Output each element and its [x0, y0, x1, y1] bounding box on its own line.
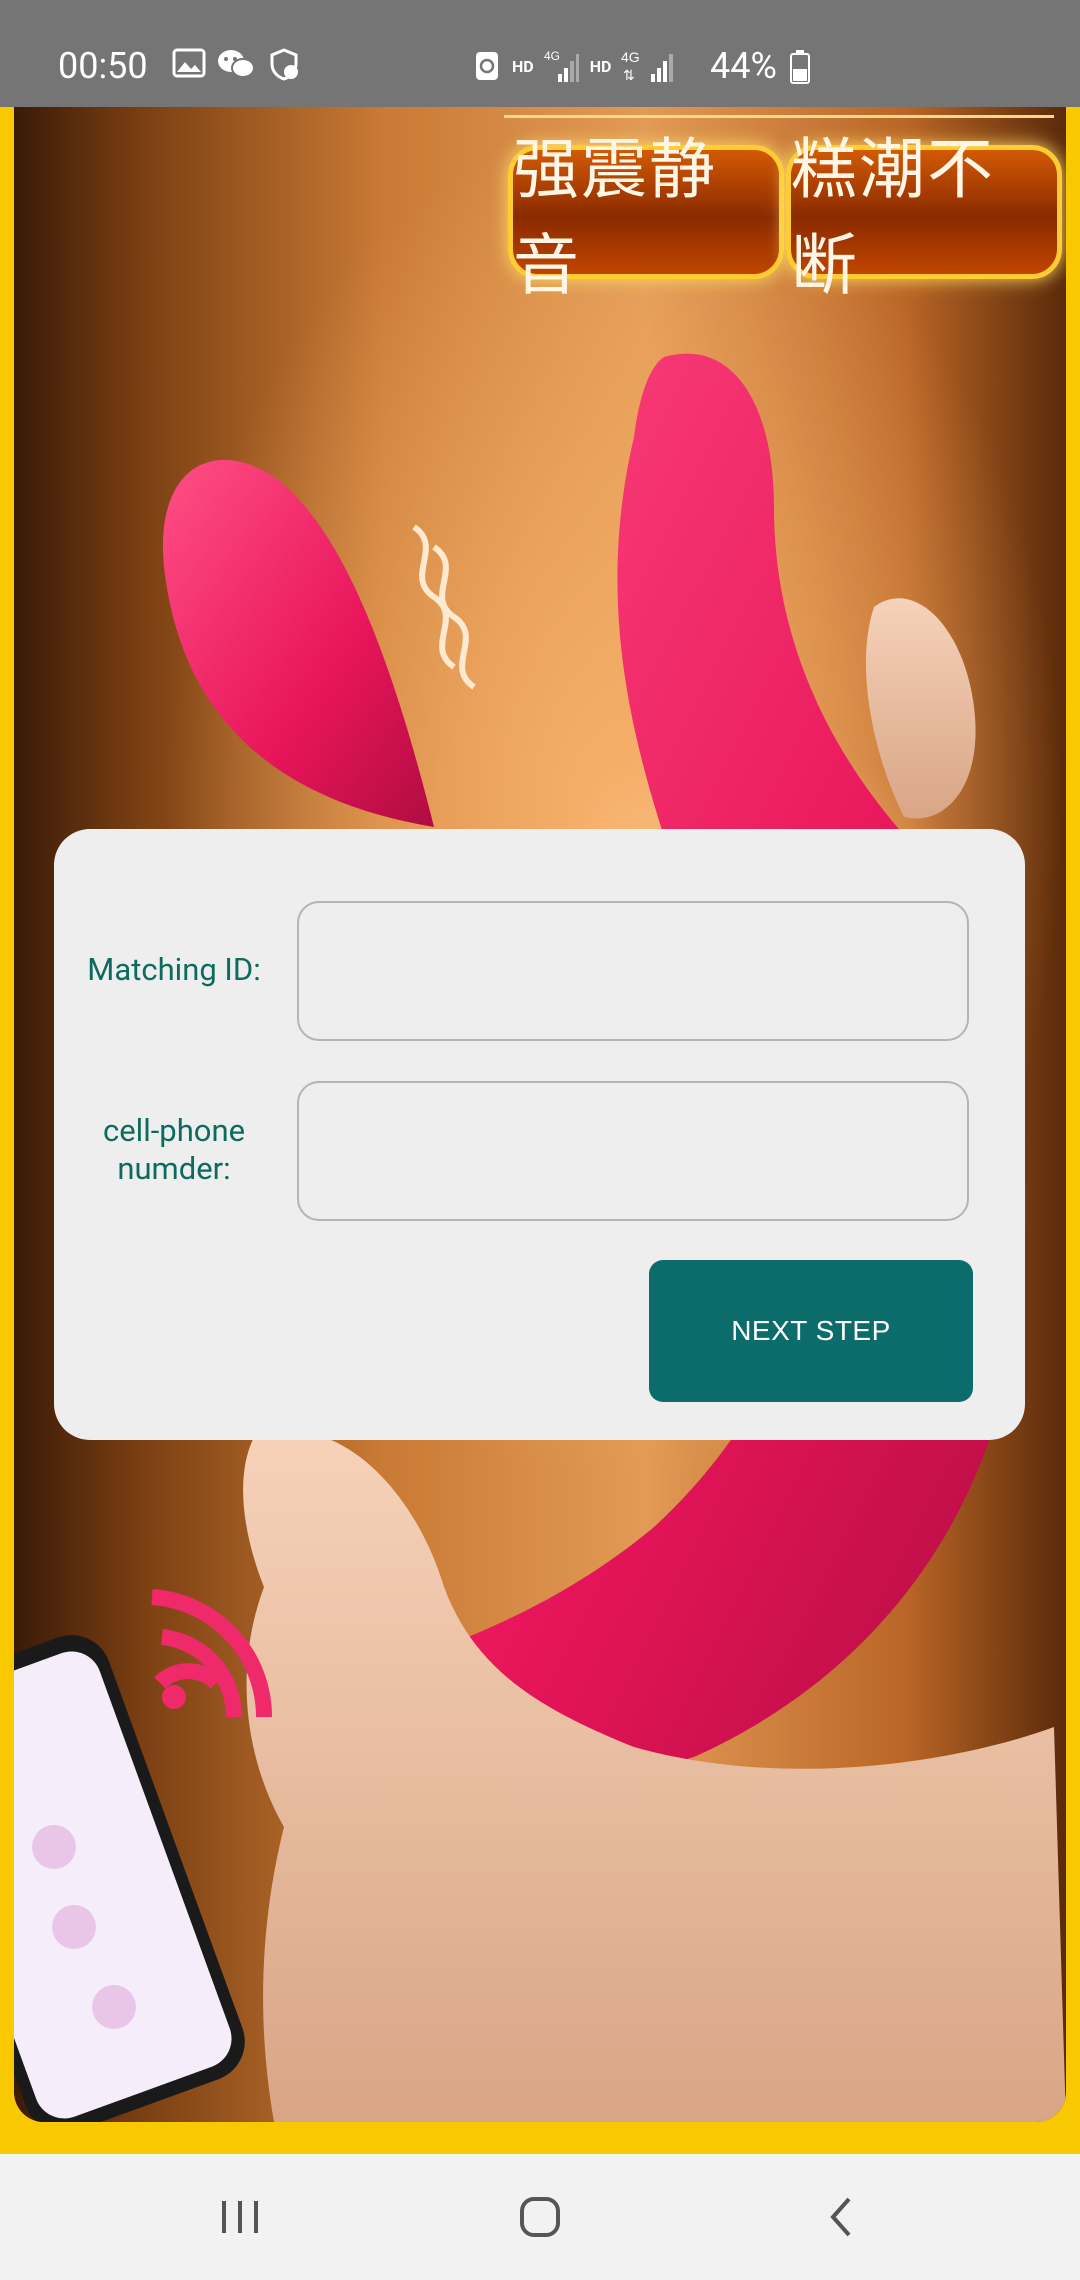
home-icon [520, 2197, 560, 2237]
hd-label: HD [589, 56, 612, 76]
network-indicators: HD 4G HD 4G ⇅ [472, 44, 681, 88]
hd-label: HD [512, 56, 534, 76]
back-button[interactable] [802, 2182, 882, 2252]
matching-form-card: Matching ID: cell-phone numder: NEXT STE… [54, 829, 1025, 1440]
wechat-icon [218, 50, 255, 78]
gallery-icon [172, 48, 206, 78]
home-button[interactable] [500, 2182, 580, 2252]
status-bar: 00:50 HD 4G HD 4G ⇅ 44% [0, 0, 1080, 107]
recycle-icon [476, 52, 498, 80]
back-icon [830, 2197, 851, 2237]
phone-mockup [14, 1635, 245, 2122]
matching-id-input[interactable] [297, 901, 969, 1041]
svg-text:4G: 4G [544, 49, 560, 63]
signal-4g-icon: 4G ⇅ [621, 49, 674, 84]
status-time: 00:50 [58, 45, 148, 87]
navigation-bar [0, 2154, 1080, 2280]
shield-icon [270, 48, 298, 81]
phone-number-label: cell-phone numder: [102, 1112, 246, 1187]
recent-apps-button[interactable] [200, 2182, 280, 2252]
svg-text:4G: 4G [621, 49, 640, 65]
phone-number-input[interactable] [297, 1081, 969, 1221]
battery-icon [790, 50, 810, 84]
signal-4g-icon: 4G [544, 49, 579, 82]
recent-apps-icon [222, 2201, 258, 2233]
next-step-button[interactable]: NEXT STEP [649, 1260, 973, 1402]
matching-id-label: Matching ID: [87, 951, 261, 988]
battery-percent: 44% [710, 45, 777, 87]
svg-text:⇅: ⇅ [623, 68, 635, 84]
